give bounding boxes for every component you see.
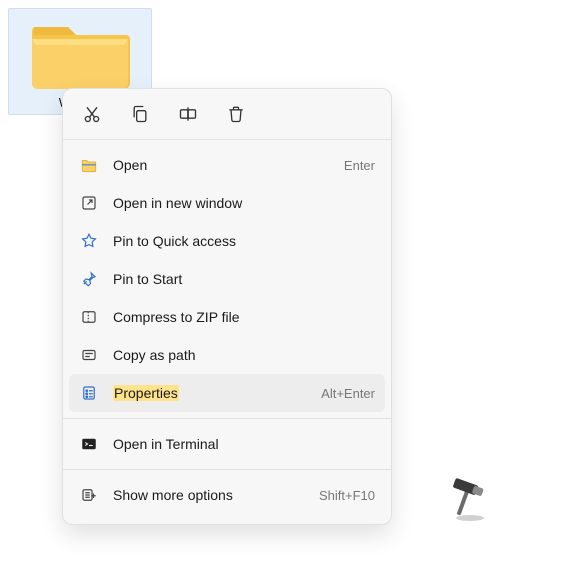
menu-properties-label: Properties xyxy=(113,385,307,401)
menu-properties[interactable]: Properties Alt+Enter xyxy=(69,374,385,412)
menu-show-more[interactable]: Show more options Shift+F10 xyxy=(69,476,385,514)
separator xyxy=(63,139,391,140)
menu-properties-shortcut: Alt+Enter xyxy=(321,386,375,401)
menu-pin-quick-access-label: Pin to Quick access xyxy=(113,233,375,249)
menu-open-terminal-label: Open in Terminal xyxy=(113,436,375,452)
menu-copy-path-label: Copy as path xyxy=(113,347,375,363)
menu-open-label: Open xyxy=(113,157,330,173)
show-more-icon xyxy=(79,485,99,505)
context-menu: Open Enter Open in new window Pin to Qui… xyxy=(62,88,392,525)
menu-open-new-window-label: Open in new window xyxy=(113,195,375,211)
copy-icon[interactable] xyxy=(129,103,151,125)
context-menu-toolbar xyxy=(63,89,391,137)
menu-open-new-window[interactable]: Open in new window xyxy=(69,184,385,222)
rename-icon[interactable] xyxy=(177,103,199,125)
pin-icon xyxy=(79,269,99,289)
terminal-icon xyxy=(79,434,99,454)
menu-show-more-shortcut: Shift+F10 xyxy=(319,488,375,503)
menu-compress-zip-label: Compress to ZIP file xyxy=(113,309,375,325)
cut-icon[interactable] xyxy=(81,103,103,125)
properties-icon xyxy=(79,383,99,403)
menu-pin-quick-access[interactable]: Pin to Quick access xyxy=(69,222,385,260)
menu-copy-path[interactable]: Copy as path xyxy=(69,336,385,374)
copy-path-icon xyxy=(79,345,99,365)
menu-compress-zip[interactable]: Compress to ZIP file xyxy=(69,298,385,336)
menu-pin-start-label: Pin to Start xyxy=(113,271,375,287)
separator xyxy=(63,469,391,470)
open-icon xyxy=(79,155,99,175)
menu-pin-start[interactable]: Pin to Start xyxy=(69,260,385,298)
menu-open-shortcut: Enter xyxy=(344,158,375,173)
delete-icon[interactable] xyxy=(225,103,247,125)
star-icon xyxy=(79,231,99,251)
folder-icon xyxy=(30,15,130,91)
new-window-icon xyxy=(79,193,99,213)
zip-icon xyxy=(79,307,99,327)
menu-open[interactable]: Open Enter xyxy=(69,146,385,184)
separator xyxy=(63,418,391,419)
hammer-cursor-icon xyxy=(440,472,490,522)
menu-open-terminal[interactable]: Open in Terminal xyxy=(69,425,385,463)
menu-show-more-label: Show more options xyxy=(113,487,305,503)
